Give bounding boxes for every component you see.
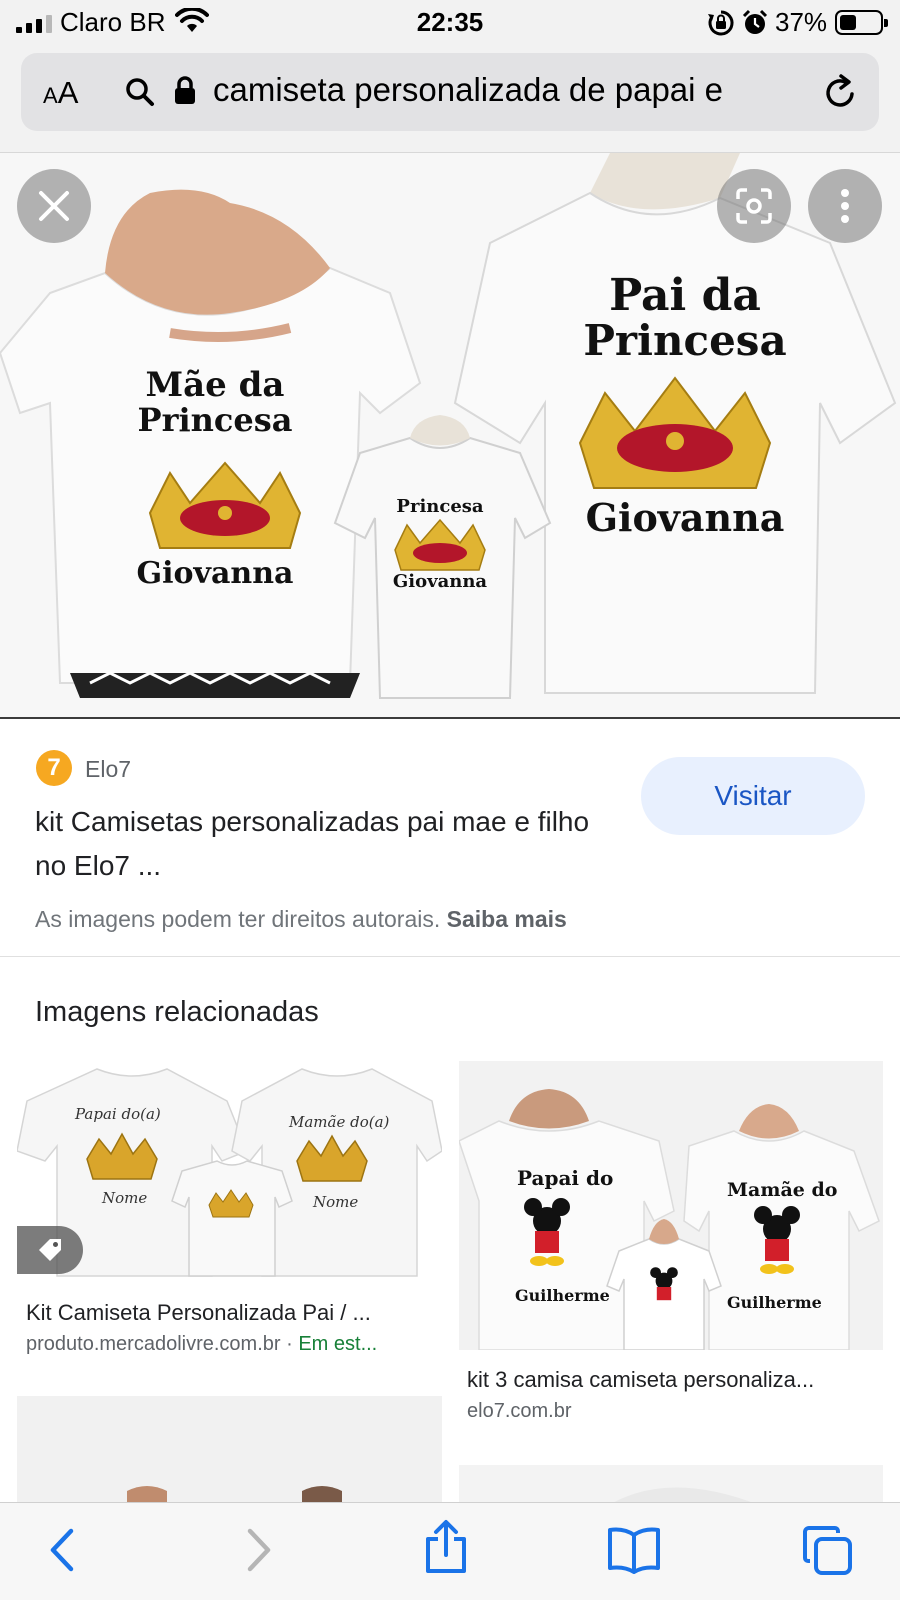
- copyright-notice: As imagens podem ter direitos autorais. …: [35, 906, 567, 932]
- search-icon: [125, 77, 155, 112]
- related-image-2-name-right: Guilherme: [727, 1293, 822, 1312]
- alarm-icon: [741, 9, 769, 42]
- result-info: 7 Elo7 kit Camisetas personalizadas pai …: [0, 720, 900, 957]
- wifi-icon: [175, 6, 209, 39]
- image-viewer: Mãe da Princesa Giovanna Princesa Giovan…: [0, 153, 900, 719]
- carrier-name: Claro BR: [60, 7, 166, 37]
- related-image-2[interactable]: Papai do Mamãe do Guilherme Guilherme: [459, 1061, 883, 1350]
- battery-icon: [835, 10, 888, 35]
- more-vertical-icon: [841, 189, 849, 223]
- related-image-1-right-text: Mamãe do(a): [289, 1113, 390, 1131]
- left-shirt-name: Giovanna: [136, 556, 294, 591]
- close-icon: [39, 191, 69, 221]
- related-domain-2: elo7.com.br: [467, 1400, 572, 1422]
- google-lens-icon: [736, 188, 772, 224]
- safari-toolbar: [0, 1502, 900, 1600]
- related-domain-1: produto.mercadolivre.com.br · Em est...: [26, 1333, 378, 1355]
- tabs-button[interactable]: [802, 1525, 854, 1582]
- related-image-2-left-text: Papai do: [517, 1166, 614, 1190]
- bookmarks-button[interactable]: [606, 1525, 662, 1580]
- back-icon: [50, 1528, 74, 1572]
- product-tag-badge: [17, 1226, 83, 1274]
- close-button[interactable]: [17, 169, 91, 243]
- related-image-1-name-right: Nome: [313, 1193, 359, 1211]
- related-image-2-name-left: Guilherme: [515, 1286, 610, 1305]
- lock-icon: [173, 76, 197, 111]
- related-image-2-right-text: Mamãe do: [727, 1179, 838, 1201]
- google-lens-button[interactable]: [717, 169, 791, 243]
- left-shirt-text: Mãe da Princesa: [137, 365, 293, 439]
- elo7-logo-icon: 7: [36, 750, 72, 786]
- tag-icon: [39, 1239, 61, 1261]
- forward-button[interactable]: [240, 1525, 276, 1580]
- learn-more-link[interactable]: Saiba mais: [447, 906, 567, 932]
- related-image-1-left-text: Papai do(a): [75, 1105, 161, 1123]
- more-options-button[interactable]: [808, 169, 882, 243]
- middle-shirt-name: Giovanna: [392, 571, 488, 592]
- source-name[interactable]: Elo7: [85, 756, 131, 783]
- status-bar: Claro BR 22:35 37%: [0, 0, 900, 46]
- signal-icon: [16, 15, 52, 33]
- right-shirt-text: Pai da Princesa: [583, 270, 787, 366]
- safari-address-area: AA camiseta personalizada de papai e: [0, 46, 900, 153]
- result-title[interactable]: kit Camisetas personalizadas pai mae e f…: [35, 800, 625, 888]
- url-text[interactable]: camiseta personalizada de papai e: [213, 71, 803, 109]
- related-image-4[interactable]: [459, 1465, 883, 1505]
- text-size-button[interactable]: AA: [43, 75, 78, 111]
- related-image-3[interactable]: [17, 1396, 442, 1506]
- battery-percent: 37%: [775, 7, 828, 37]
- related-title-1[interactable]: Kit Camiseta Personalizada Pai / ...: [26, 1300, 431, 1326]
- share-button[interactable]: [422, 1519, 470, 1580]
- middle-shirt-text: Princesa: [396, 496, 484, 517]
- rotation-lock-icon: [707, 9, 735, 42]
- bookmarks-icon: [608, 1527, 660, 1574]
- reload-icon[interactable]: [821, 72, 861, 117]
- related-image-1-name-left: Nome: [102, 1189, 148, 1207]
- visit-button[interactable]: Visitar: [641, 757, 865, 835]
- stock-status: Em est...: [298, 1333, 378, 1355]
- tabs-icon: [803, 1526, 852, 1575]
- related-images-heading: Imagens relacionadas: [35, 996, 319, 1028]
- forward-icon: [247, 1528, 271, 1572]
- back-button[interactable]: [45, 1525, 81, 1580]
- right-shirt-name: Giovanna: [585, 495, 785, 540]
- related-title-2[interactable]: kit 3 camisa camiseta personaliza...: [467, 1367, 877, 1393]
- address-bar[interactable]: AA camiseta personalizada de papai e: [21, 53, 879, 131]
- share-icon: [426, 1520, 466, 1573]
